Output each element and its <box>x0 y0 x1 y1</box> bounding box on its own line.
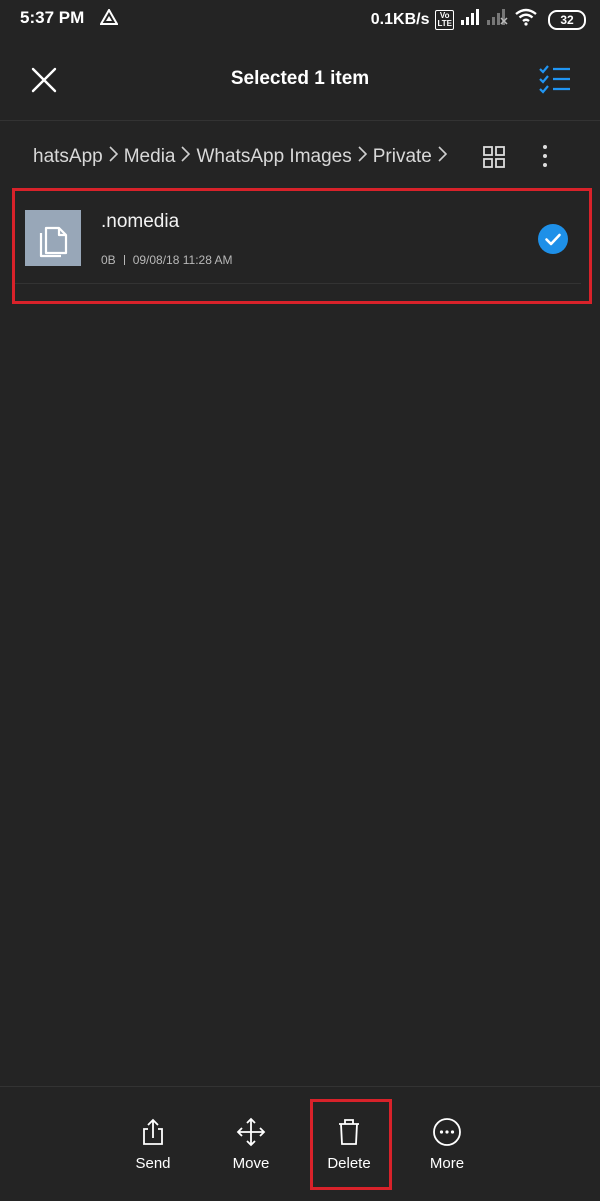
status-bar: 5:37 PM 0.1KB/s Vo LTE 32 <box>0 0 600 38</box>
wifi-icon <box>514 8 538 31</box>
battery-icon: 32 <box>548 9 586 30</box>
volte-icon: Vo LTE <box>435 9 454 30</box>
move-button[interactable]: Move <box>211 1117 291 1177</box>
send-label: Send <box>135 1155 171 1172</box>
file-date: 09/08/18 11:28 AM <box>132 253 233 267</box>
more-label: More <box>429 1155 465 1172</box>
grid-view-icon <box>483 146 505 168</box>
selected-checkbox[interactable] <box>538 224 568 254</box>
file-list-item[interactable]: .nomedia 0B 09/08/18 11:28 AM <box>12 188 592 304</box>
network-speed: 0.1KB/s <box>370 10 430 28</box>
file-size: 0B <box>101 253 116 267</box>
grid-view-button[interactable] <box>482 145 506 169</box>
file-copy-icon <box>25 210 81 266</box>
status-icons: 0.1KB/s Vo LTE 32 <box>371 8 586 31</box>
status-time: 5:37 PM <box>20 8 85 27</box>
check-icon <box>545 233 561 246</box>
select-all-icon <box>539 65 570 94</box>
delete-highlight-box <box>310 1099 392 1190</box>
send-button[interactable]: Send <box>113 1117 193 1177</box>
breadcrumb-item-whatsapp-images[interactable]: WhatsApp Images <box>196 146 351 168</box>
breadcrumb-item-whatsapp[interactable]: hatsApp <box>33 146 103 168</box>
more-vert-icon <box>543 145 547 167</box>
breadcrumb: hatsApp Media WhatsApp Images Private <box>33 142 453 172</box>
chevron-right-icon <box>181 146 191 168</box>
file-name: .nomedia <box>101 211 180 232</box>
signal-weak-icon <box>486 9 508 30</box>
more-button[interactable]: More <box>407 1117 487 1177</box>
bottom-action-bar: Send Move Delete More <box>0 1086 600 1201</box>
selection-toolbar: Selected 1 item <box>0 38 600 121</box>
breadcrumb-item-private[interactable]: Private <box>373 146 432 168</box>
file-meta: 0B 09/08/18 11:28 AM <box>101 253 233 267</box>
select-all-button[interactable] <box>536 62 576 98</box>
share-icon <box>143 1118 163 1145</box>
breadcrumb-item-media[interactable]: Media <box>124 146 176 168</box>
meta-divider <box>123 255 125 265</box>
chevron-right-icon <box>438 146 448 168</box>
overflow-menu-button[interactable] <box>535 143 555 169</box>
row-divider <box>15 283 581 284</box>
page-title: Selected 1 item <box>230 68 370 89</box>
chevron-right-icon <box>109 146 118 168</box>
more-horiz-icon <box>433 1118 461 1146</box>
chevron-right-icon <box>358 146 367 168</box>
drive-icon <box>99 7 119 30</box>
move-label: Move <box>232 1155 270 1172</box>
move-icon <box>236 1117 266 1147</box>
signal-icon <box>460 9 480 30</box>
